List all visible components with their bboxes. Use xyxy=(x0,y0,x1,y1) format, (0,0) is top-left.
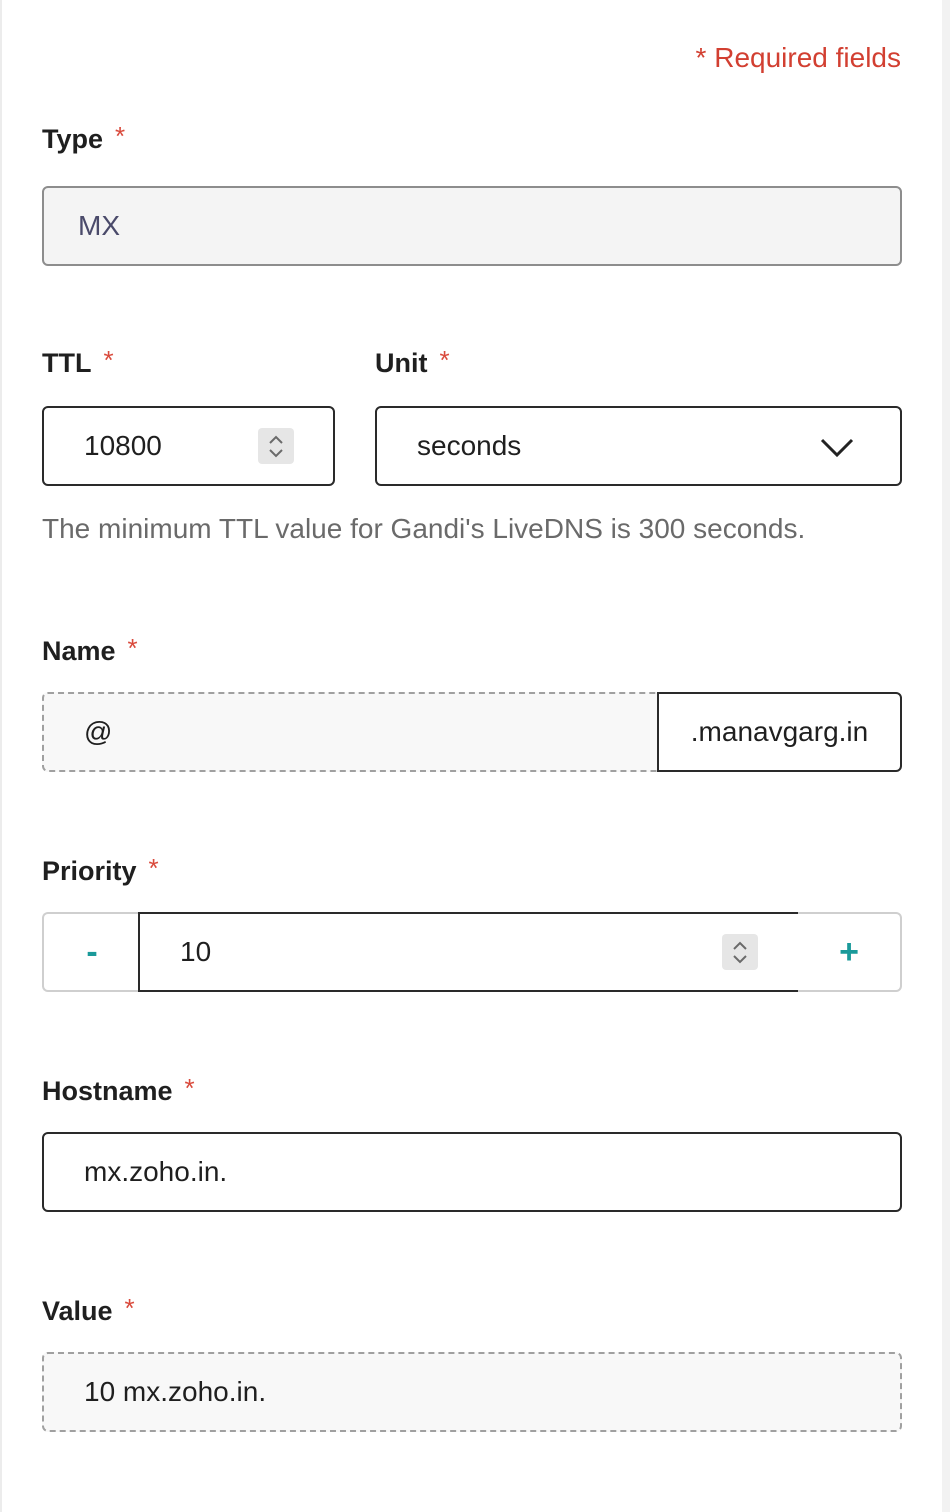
scrollbar-track[interactable] xyxy=(942,0,950,1512)
ttl-helper-text: The minimum TTL value for Gandi's LiveDN… xyxy=(42,513,806,544)
value-value: 10 mx.zoho.in. xyxy=(84,1376,267,1407)
required-star: * xyxy=(115,121,126,151)
unit-select[interactable]: seconds xyxy=(375,406,902,486)
ttl-value: 10800 xyxy=(84,430,162,461)
panel-left-edge xyxy=(0,0,2,1512)
hostname-input[interactable]: mx.zoho.in. xyxy=(42,1132,902,1212)
unit-label: Unit * xyxy=(375,345,450,379)
name-field[interactable]: @ xyxy=(42,692,660,772)
required-star: * xyxy=(439,345,450,375)
priority-value: 10 xyxy=(180,936,212,967)
type-field[interactable]: MX xyxy=(42,186,902,266)
hostname-label: Hostname * xyxy=(42,1073,195,1107)
name-label: Name * xyxy=(42,633,138,667)
chevron-down-icon xyxy=(820,432,854,469)
type-label-text: Type xyxy=(42,124,104,154)
name-label-text: Name xyxy=(42,636,116,666)
priority-label: Priority * xyxy=(42,853,159,887)
hostname-label-text: Hostname xyxy=(42,1076,173,1106)
required-star: * xyxy=(127,633,138,663)
domain-suffix: .manavgarg.in xyxy=(657,692,902,772)
priority-input[interactable]: 10 xyxy=(138,912,800,992)
value-field: 10 mx.zoho.in. xyxy=(42,1352,902,1432)
value-label: Value * xyxy=(42,1293,135,1327)
hostname-value: mx.zoho.in. xyxy=(84,1156,228,1187)
required-star: * xyxy=(103,345,114,375)
type-label: Type * xyxy=(42,121,126,155)
priority-increment-button[interactable]: + xyxy=(798,912,902,992)
required-fields-note: * Required fields xyxy=(695,42,901,73)
required-star: * xyxy=(184,1073,195,1103)
priority-label-text: Priority xyxy=(42,856,137,886)
plus-icon: + xyxy=(839,932,859,971)
spinner-arrows-icon[interactable] xyxy=(722,934,758,970)
minus-icon: - xyxy=(86,932,98,971)
spinner-arrows-icon[interactable] xyxy=(258,428,294,464)
name-value: @ xyxy=(84,716,113,747)
priority-decrement-button[interactable]: - xyxy=(42,912,140,992)
unit-selected-value: seconds xyxy=(417,430,522,461)
ttl-input[interactable]: 10800 xyxy=(42,406,335,486)
ttl-label: TTL * xyxy=(42,345,114,379)
value-label-text: Value xyxy=(42,1296,113,1326)
type-value: MX xyxy=(78,210,120,241)
required-star: * xyxy=(148,853,159,883)
required-star: * xyxy=(124,1293,135,1323)
ttl-label-text: TTL xyxy=(42,348,92,378)
unit-label-text: Unit xyxy=(375,348,428,378)
